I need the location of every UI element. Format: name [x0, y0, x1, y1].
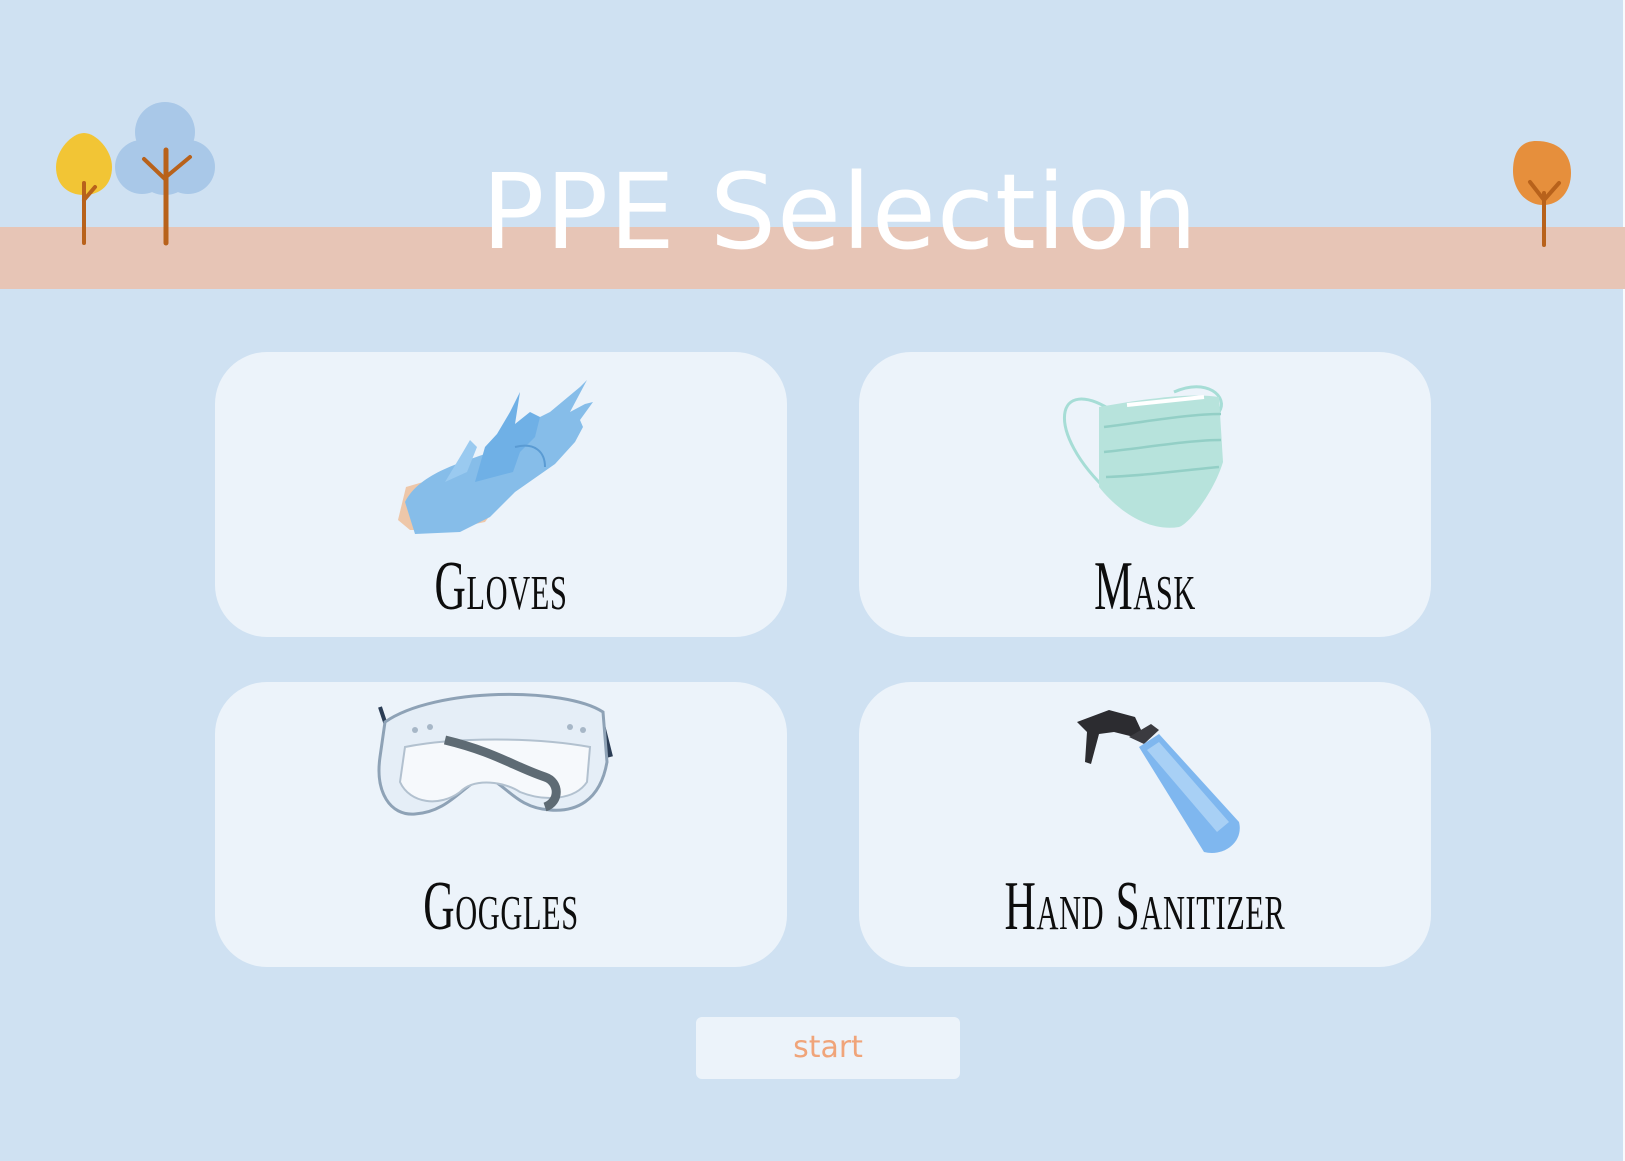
gloves-icon — [398, 380, 593, 534]
card-label: Gloves — [434, 548, 568, 625]
page-title: PPE Selection — [481, 151, 1199, 273]
card-goggles[interactable]: Goggles — [215, 682, 787, 967]
card-hand-sanitizer[interactable]: Hand Sanitizer — [859, 682, 1431, 967]
card-label: Goggles — [423, 868, 579, 945]
spray-bottle-icon — [1077, 710, 1240, 853]
card-mask[interactable]: Mask — [859, 352, 1431, 637]
start-button[interactable]: start — [696, 1017, 960, 1079]
card-label: Hand Sanitizer — [1004, 868, 1286, 945]
goggles-icon — [377, 692, 613, 816]
card-label: Mask — [1094, 548, 1196, 625]
card-gloves[interactable]: Gloves — [215, 352, 787, 637]
mask-icon — [1062, 385, 1223, 528]
